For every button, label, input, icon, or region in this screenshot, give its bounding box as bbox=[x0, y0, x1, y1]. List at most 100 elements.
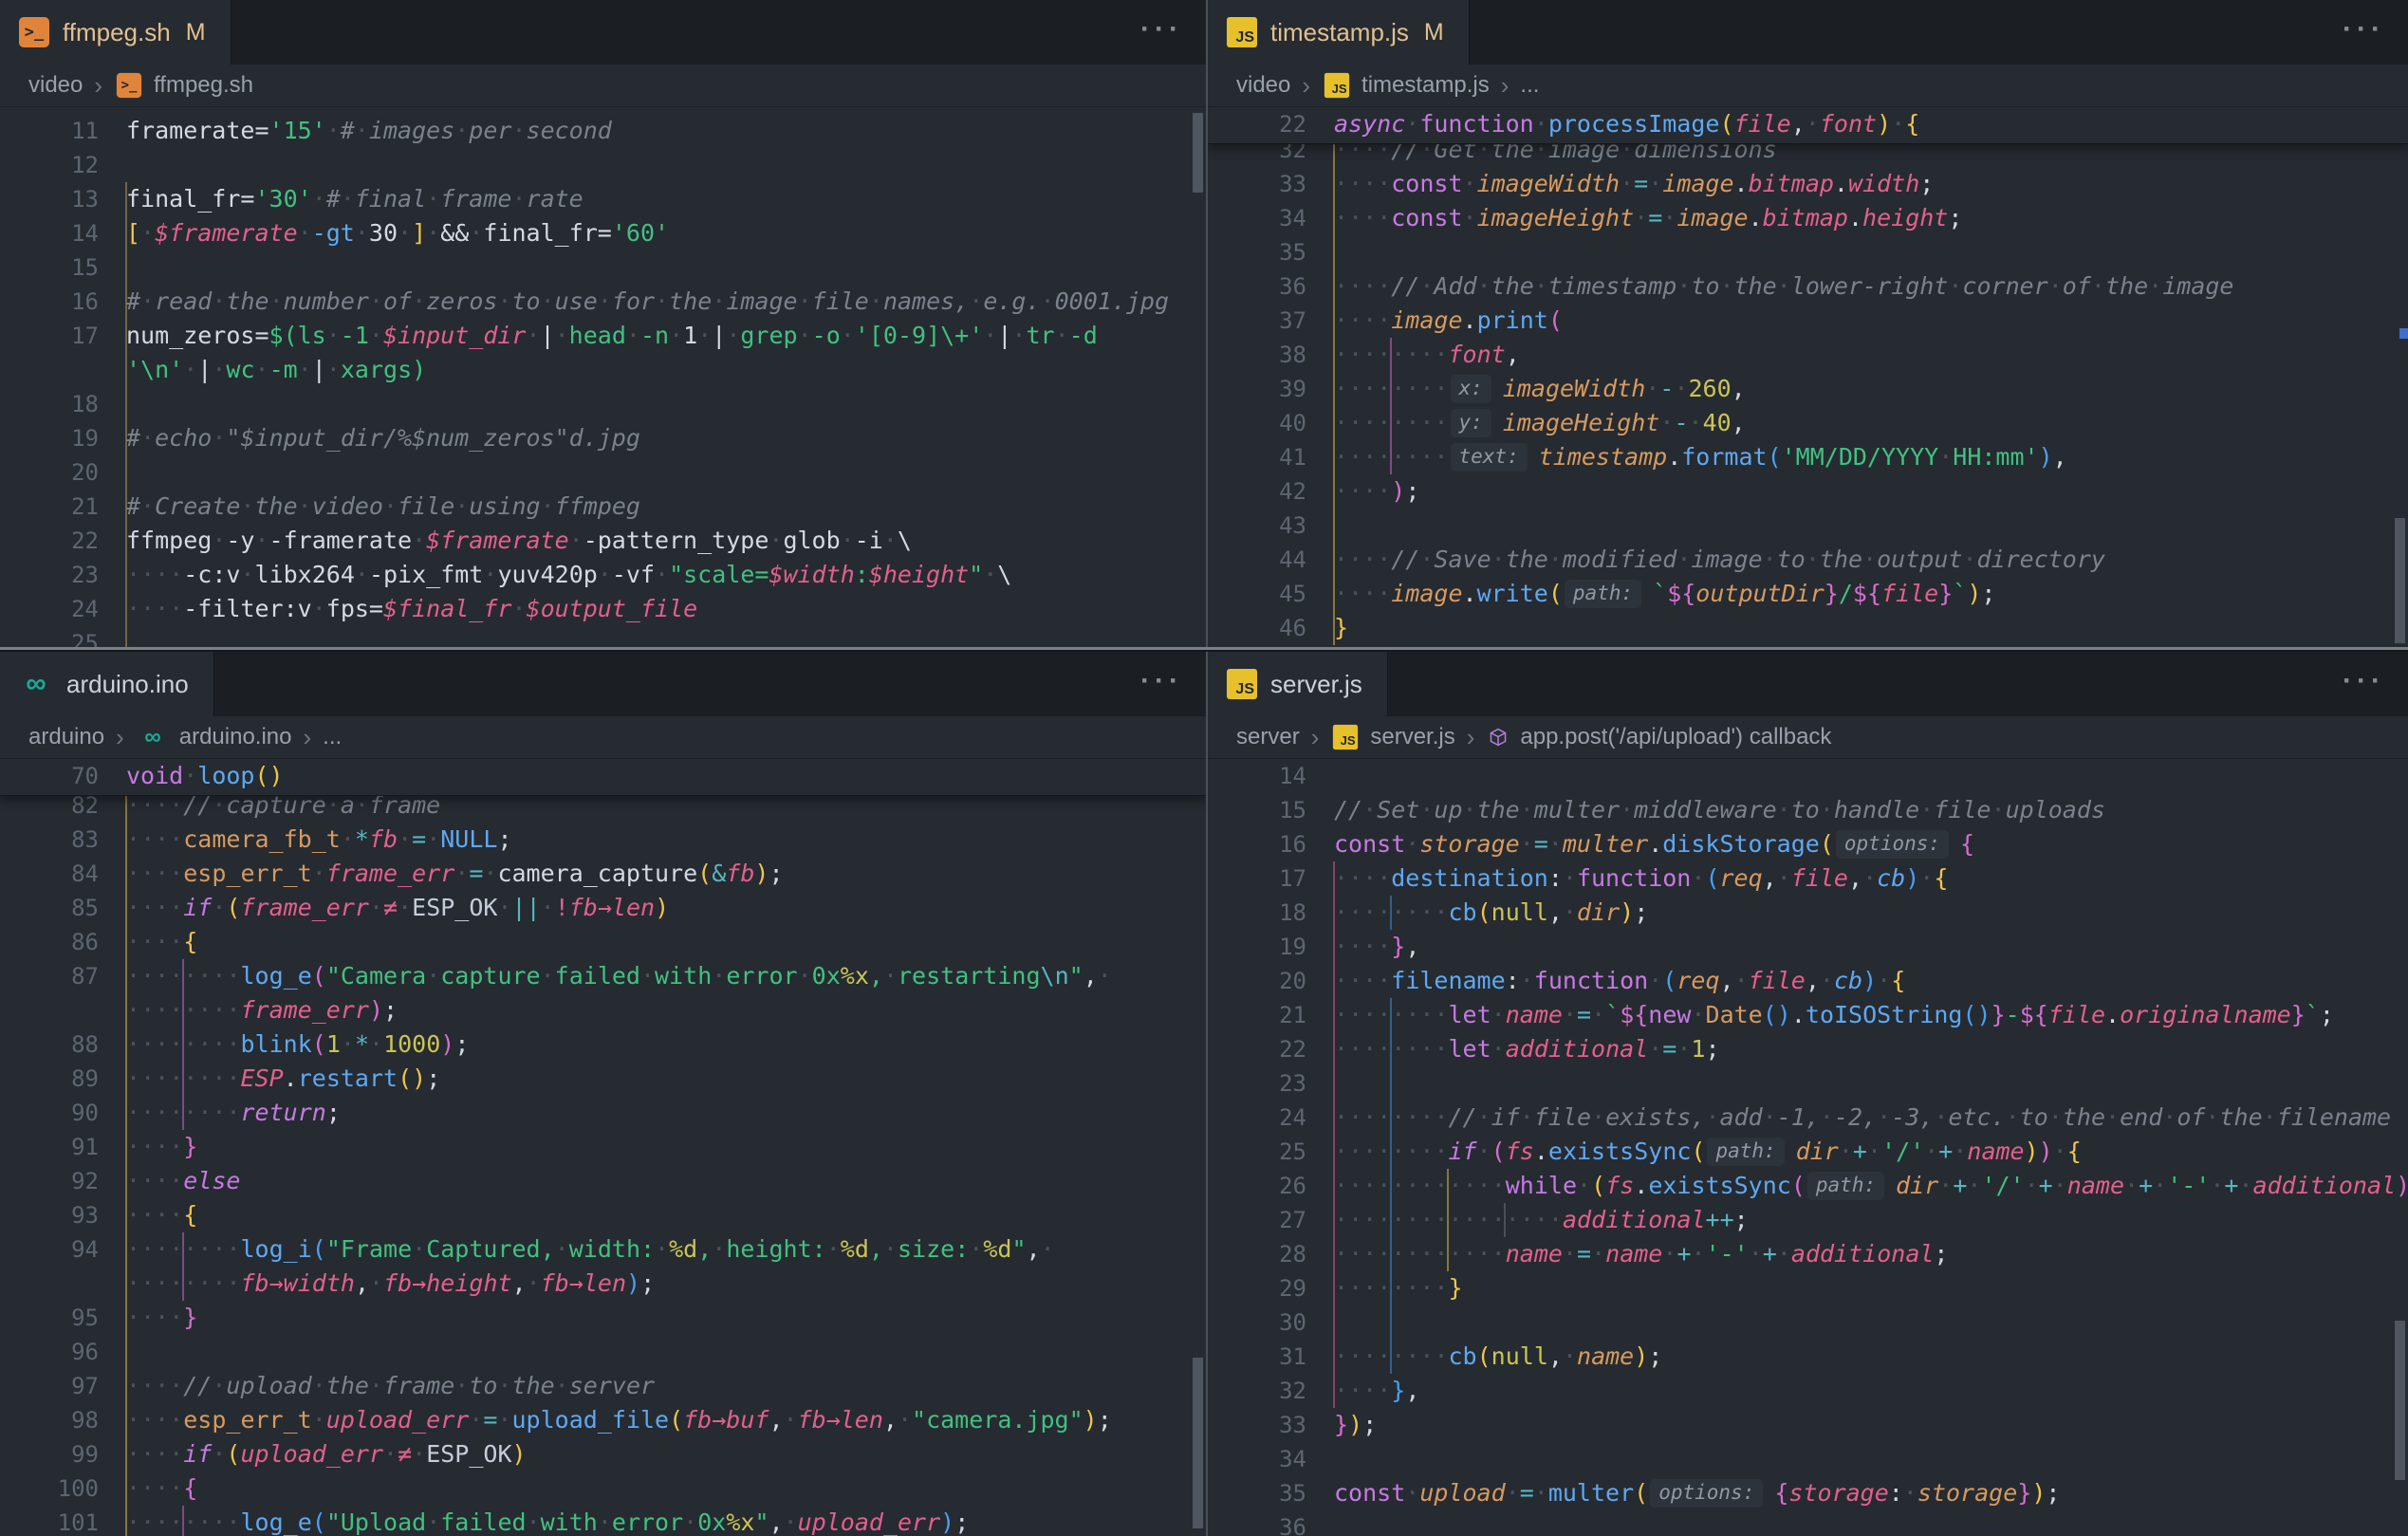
breadcrumb-item[interactable]: arduino bbox=[28, 724, 104, 750]
whitespace-dot: · bbox=[1348, 1377, 1362, 1404]
breadcrumb-item[interactable]: ∞arduino.ino bbox=[136, 722, 292, 752]
line-number: 92 bbox=[0, 1164, 99, 1198]
whitespace-dot: · bbox=[140, 219, 155, 247]
editor-actions-button[interactable]: ··· bbox=[1140, 665, 1183, 697]
tab-server.js[interactable]: JSserver.js bbox=[1208, 652, 1388, 716]
whitespace-dot: · bbox=[412, 1235, 426, 1263]
whitespace-dot: · bbox=[1348, 443, 1362, 471]
tab-ffmpeg.sh[interactable]: >_ffmpeg.shM bbox=[0, 0, 232, 65]
editor-actions-button[interactable]: ··· bbox=[2343, 665, 2385, 697]
line-number: 95 bbox=[0, 1301, 99, 1335]
code-editor[interactable]: 1415//·Set·up·the·multer·middleware·to·h… bbox=[1208, 759, 2408, 1536]
whitespace-dot: · bbox=[155, 962, 169, 990]
whitespace-dot: · bbox=[1477, 1138, 1491, 1165]
tab-timestamp.js[interactable]: JStimestamp.jsM bbox=[1208, 0, 1470, 65]
vertical-split-sash[interactable] bbox=[1206, 0, 1208, 1536]
whitespace-dot: · bbox=[1348, 1342, 1362, 1370]
code-editor[interactable]: 32····//·Get·the·image·dimensions33····c… bbox=[1208, 107, 2408, 647]
whitespace-dot: · bbox=[169, 1030, 183, 1058]
code-line: 24····-filter:v·fps=$final_fr·$output_fi… bbox=[0, 592, 1206, 626]
whitespace-dot: · bbox=[1506, 1479, 1520, 1507]
whitespace-dot: · bbox=[1434, 1274, 1448, 1302]
editor-actions-button[interactable]: ··· bbox=[2343, 13, 2385, 46]
code-line: 91····} bbox=[0, 1130, 1206, 1164]
whitespace-dot: · bbox=[1362, 796, 1377, 824]
line-number: 41 bbox=[1208, 440, 1306, 474]
code-editor[interactable]: 82····//·capture·a·frame83····camera_fb_… bbox=[0, 759, 1206, 1536]
whitespace-dot: · bbox=[155, 825, 169, 853]
tab-arduino.ino[interactable]: ∞arduino.ino bbox=[0, 652, 214, 716]
code-line-content: ····} bbox=[99, 1301, 197, 1335]
line-number: 34 bbox=[1208, 201, 1306, 235]
whitespace-dot: · bbox=[1419, 1172, 1434, 1199]
whitespace-dot: · bbox=[1463, 1172, 1477, 1199]
whitespace-dot: · bbox=[155, 928, 169, 955]
whitespace-dot: · bbox=[1434, 1035, 1448, 1063]
code-line: 22ffmpeg·-y·-framerate·$framerate·-patte… bbox=[0, 524, 1206, 558]
scrollbar-thumb[interactable] bbox=[2395, 518, 2405, 643]
whitespace-dot: · bbox=[169, 825, 183, 853]
whitespace-dot: · bbox=[1334, 204, 1348, 231]
code-line: 101········log_e("Upload·failed·with·err… bbox=[0, 1506, 1206, 1536]
tab-bar: ∞arduino.ino ··· bbox=[0, 652, 1206, 716]
whitespace-dot: · bbox=[541, 894, 555, 921]
whitespace-dot: · bbox=[1405, 1138, 1419, 1165]
scrollbar-thumb[interactable] bbox=[1193, 1358, 1203, 1528]
breadcrumb-item[interactable]: ... bbox=[323, 724, 342, 750]
code-line: 42····); bbox=[1208, 474, 2408, 509]
whitespace-dot: · bbox=[1348, 170, 1362, 197]
line-number: 99 bbox=[0, 1437, 99, 1471]
whitespace-dot: · bbox=[126, 1406, 140, 1434]
breadcrumb-item[interactable]: JStimestamp.js bbox=[1322, 70, 1490, 101]
whitespace-dot: · bbox=[1362, 170, 1377, 197]
breadcrumb-item[interactable]: JSserver.js bbox=[1330, 722, 1454, 752]
whitespace-dot: · bbox=[1419, 1274, 1434, 1302]
whitespace-dot: · bbox=[126, 962, 140, 990]
code-line-content: ········if·(fs.existsSync(path:dir·+·'/'… bbox=[1306, 1135, 2082, 1169]
whitespace-dot: · bbox=[883, 962, 898, 990]
code-line-content: ····if·(frame_err·≠·ESP_OK·||·!fb→len) bbox=[99, 891, 669, 925]
scrollbar-thumb[interactable] bbox=[1193, 113, 1203, 193]
whitespace-dot: · bbox=[1377, 1035, 1391, 1063]
whitespace-dot: · bbox=[1463, 1206, 1477, 1233]
breadcrumb-item[interactable]: video bbox=[28, 72, 83, 99]
whitespace-dot: · bbox=[726, 322, 740, 349]
overview-ruler-decoration bbox=[2399, 328, 2408, 339]
whitespace-dot: · bbox=[1477, 1103, 1491, 1131]
line-number: 90 bbox=[0, 1096, 99, 1130]
breadcrumb-item[interactable]: app.post('/api/upload') callback bbox=[1486, 724, 1831, 750]
whitespace-dot: · bbox=[2263, 1103, 2277, 1131]
whitespace-dot: · bbox=[1362, 898, 1377, 926]
editor-actions-button[interactable]: ··· bbox=[1140, 13, 1183, 46]
whitespace-dot: · bbox=[1434, 898, 1448, 926]
whitespace-dot: · bbox=[226, 962, 240, 990]
whitespace-dot: · bbox=[1891, 110, 1905, 138]
code-editor[interactable]: 11framerate='15'·#·images·per·second1213… bbox=[0, 107, 1206, 647]
line-number bbox=[0, 1267, 99, 1301]
code-line: 37····image.print( bbox=[1208, 304, 2408, 338]
whitespace-dot: · bbox=[1634, 204, 1648, 231]
whitespace-dot: · bbox=[1377, 306, 1391, 334]
whitespace-dot: · bbox=[1377, 1377, 1391, 1404]
whitespace-dot: · bbox=[140, 561, 155, 588]
whitespace-dot: · bbox=[1405, 1274, 1419, 1302]
inlay-hint: path: bbox=[1565, 580, 1641, 608]
line-number: 37 bbox=[1208, 304, 1306, 338]
modified-badge: M bbox=[186, 19, 206, 46]
whitespace-dot: · bbox=[1862, 546, 1877, 573]
breadcrumb-item[interactable]: ... bbox=[1520, 72, 1539, 99]
code-line-content: ········log_e("Camera·capture·failed·wit… bbox=[99, 959, 1112, 993]
whitespace-dot: · bbox=[1348, 1138, 1362, 1165]
js-file-icon: JS bbox=[1227, 669, 1257, 699]
whitespace-dot: · bbox=[126, 996, 140, 1024]
breadcrumb-item[interactable]: video bbox=[1236, 72, 1290, 99]
breadcrumb-item[interactable]: server bbox=[1236, 724, 1300, 750]
scrollbar-thumb[interactable] bbox=[2395, 1321, 2405, 1480]
whitespace-dot: · bbox=[1334, 1103, 1348, 1131]
whitespace-dot: · bbox=[1534, 110, 1548, 138]
code-line: 46} bbox=[1208, 611, 2408, 645]
code-line: 17num_zeros=$(ls·-1·$input_dir·|·head·-n… bbox=[0, 319, 1206, 353]
breadcrumb-item[interactable]: >_ffmpeg.sh bbox=[114, 70, 253, 101]
code-line-content: ····}, bbox=[1306, 930, 1419, 964]
whitespace-dot: · bbox=[469, 1406, 483, 1434]
